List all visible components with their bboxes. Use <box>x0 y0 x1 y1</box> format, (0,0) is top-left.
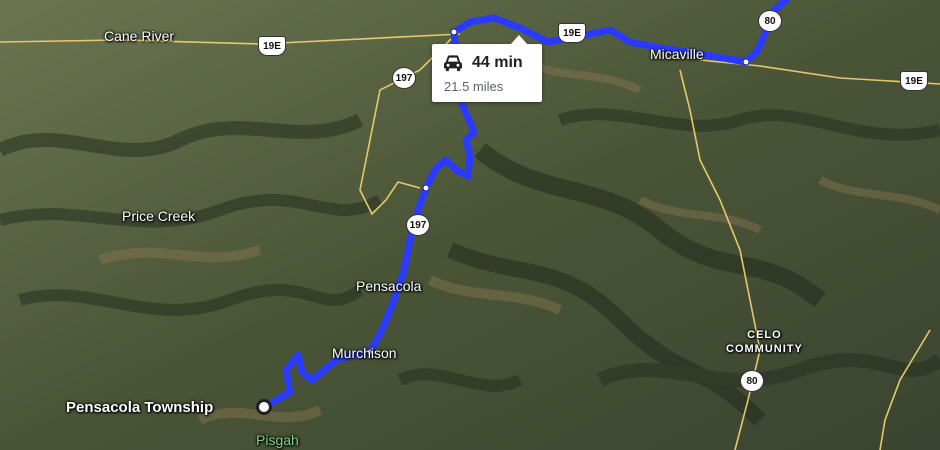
celo-line-2: COMMUNITY <box>726 343 803 355</box>
nc-80-shield: 80 <box>740 370 764 392</box>
route-distance: 21.5 miles <box>444 79 504 94</box>
place-label-pensacola-township[interactable]: Pensacola Township <box>66 399 213 416</box>
route-info-card[interactable]: 44 min 21.5 miles <box>432 35 542 102</box>
nc-80-shield: 80 <box>758 10 782 32</box>
celo-line-1: CELO <box>747 329 782 341</box>
route-duration: 44 min <box>472 54 523 71</box>
us-19e-shield: 19E <box>258 36 286 56</box>
place-label-pisgah[interactable]: Pisgah <box>256 432 299 448</box>
map-view[interactable]: Cane River Micaville Price Creek Pensaco… <box>0 0 940 450</box>
place-label-cane-river[interactable]: Cane River <box>104 28 174 44</box>
place-label-price-creek[interactable]: Price Creek <box>122 208 195 224</box>
place-label-murchison[interactable]: Murchison <box>332 345 397 361</box>
place-label-micaville[interactable]: Micaville <box>650 46 704 62</box>
car-icon <box>444 55 462 72</box>
place-label-celo-community[interactable]: CELO COMMUNITY <box>726 328 803 356</box>
nc-197-shield: 197 <box>392 67 416 89</box>
route-start-marker[interactable] <box>256 399 272 415</box>
us-19e-shield: 19E <box>900 71 928 91</box>
us-19e-shield: 19E <box>558 23 586 43</box>
nc-197-shield: 197 <box>406 214 430 236</box>
place-label-pensacola[interactable]: Pensacola <box>356 278 421 294</box>
